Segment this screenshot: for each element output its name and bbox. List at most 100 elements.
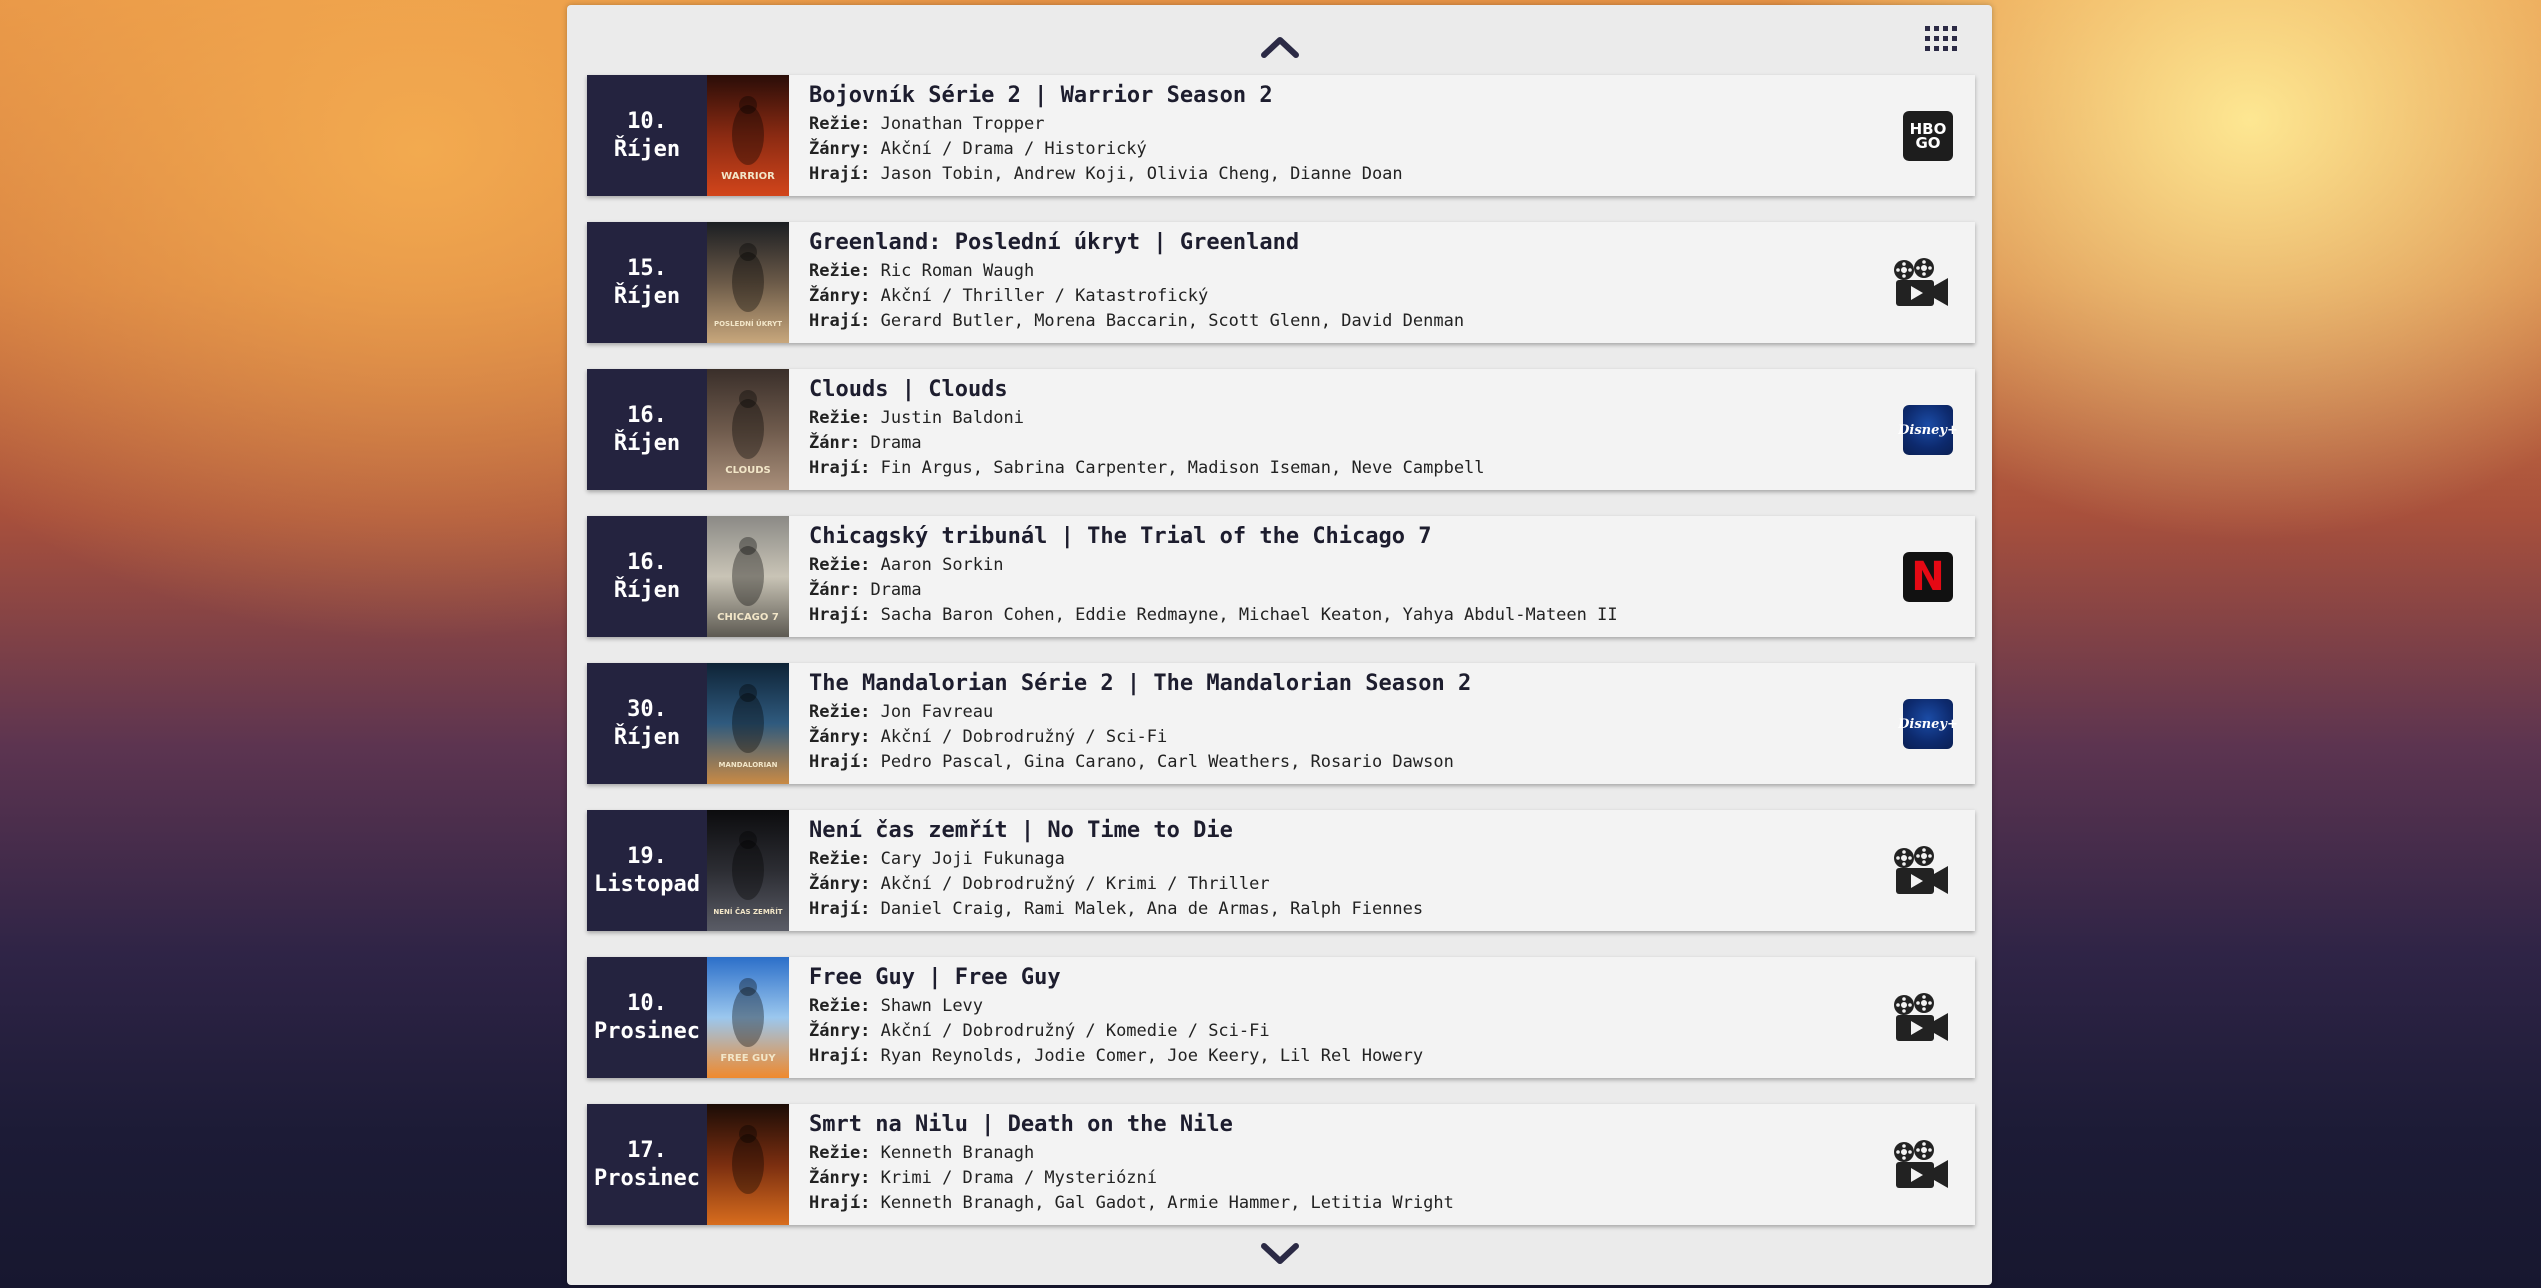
cinema-release-logo[interactable] <box>1891 993 1951 1043</box>
genre-label: Žánry: <box>809 286 871 306</box>
movie-info: Smrt na Nilu | Death on the Nile Režie: … <box>789 1104 1975 1225</box>
director-row: Režie: Jon Favreau <box>809 700 1975 725</box>
movie-camera-icon <box>1894 258 1948 306</box>
genre-value: Krimi / Drama / Mysteriózní <box>880 1168 1158 1188</box>
movie-card[interactable]: 16. Říjen CLOUDS Clouds | Clouds Režie: … <box>587 369 1975 490</box>
genre-row: Žánr: Drama <box>809 431 1975 456</box>
movie-poster: POSLEDNÍ ÚKRYT <box>707 222 789 343</box>
director-value: Shawn Levy <box>880 996 984 1016</box>
cast-label: Hrají: <box>809 752 871 772</box>
release-date: 17. Prosinec <box>587 1104 707 1225</box>
release-month: Říjen <box>613 577 681 603</box>
cast-label: Hrají: <box>809 1193 871 1213</box>
poster-art <box>707 1104 789 1225</box>
movie-info: Clouds | Clouds Režie: Justin Baldoni Žá… <box>789 369 1975 490</box>
genre-label: Žánry: <box>809 139 871 159</box>
release-day: 15. <box>627 255 667 281</box>
director-row: Režie: Cary Joji Fukunaga <box>809 847 1975 872</box>
poster-art: CHICAGO 7 <box>707 516 789 637</box>
cinema-release-logo[interactable] <box>1891 846 1951 896</box>
genre-row: Žánry: Krimi / Drama / Mysteriózní <box>809 1166 1975 1191</box>
movie-card[interactable]: 10. Říjen WARRIOR Bojovník Série 2 | War… <box>587 75 1975 196</box>
genre-label: Žánry: <box>809 727 871 747</box>
cast-row: Hrají: Jason Tobin, Andrew Koji, Olivia … <box>809 162 1975 187</box>
cast-label: Hrají: <box>809 311 871 331</box>
grid-icon <box>1925 26 1957 51</box>
movie-title: Greenland: Poslední úkryt | Greenland <box>809 230 1300 255</box>
hbo-go-logo[interactable]: HBO GO <box>1903 111 1953 161</box>
movie-title: Smrt na Nilu | Death on the Nile <box>809 1112 1233 1137</box>
poster-title-text: POSLEDNÍ ÚKRYT <box>714 319 782 328</box>
genre-label: Žánr: <box>809 433 861 453</box>
director-label: Režie: <box>809 261 871 281</box>
release-day: 17. <box>627 1137 667 1163</box>
cinema-release-logo[interactable] <box>1891 258 1951 308</box>
movie-poster: FREE GUY <box>707 957 789 1078</box>
cast-value: Daniel Craig, Rami Malek, Ana de Armas, … <box>880 899 1424 919</box>
disney-plus-logo[interactable]: Disney+ <box>1898 699 1958 749</box>
disney-plus-icon: Disney+ <box>1898 699 1958 749</box>
poster-art: FREE GUY <box>707 957 789 1078</box>
release-month: Říjen <box>613 724 681 750</box>
director-row: Režie: Ric Roman Waugh <box>809 259 1975 284</box>
genre-row: Žánry: Akční / Dobrodružný / Sci-Fi <box>809 725 1975 750</box>
movie-title: Není čas zemřít | No Time to Die <box>809 818 1233 843</box>
disney-plus-logo[interactable]: Disney+ <box>1898 405 1958 455</box>
release-date: 16. Říjen <box>587 516 707 637</box>
movie-card[interactable]: 15. Říjen POSLEDNÍ ÚKRYT Greenland: Posl… <box>587 222 1975 343</box>
movie-info: Bojovník Série 2 | Warrior Season 2 Reži… <box>789 75 1975 196</box>
movie-camera-icon <box>1894 993 1948 1041</box>
cast-value: Ryan Reynolds, Jodie Comer, Joe Keery, L… <box>880 1046 1424 1066</box>
movie-card[interactable]: 19. Listopad NENÍ ČAS ZEMŘÍT Není čas ze… <box>587 810 1975 931</box>
movie-card[interactable]: 17. Prosinec Smrt na Nilu | Death on the… <box>587 1104 1975 1225</box>
director-row: Režie: Shawn Levy <box>809 994 1975 1019</box>
genre-value: Akční / Thriller / Katastrofický <box>880 286 1209 306</box>
release-month: Prosinec <box>594 1018 700 1044</box>
genre-label: Žánry: <box>809 1168 871 1188</box>
movie-card[interactable]: 16. Říjen CHICAGO 7 Chicagský tribunál |… <box>587 516 1975 637</box>
director-label: Režie: <box>809 996 871 1016</box>
cast-label: Hrají: <box>809 164 871 184</box>
director-row: Režie: Aaron Sorkin <box>809 553 1975 578</box>
director-label: Režie: <box>809 555 871 575</box>
cast-value: Fin Argus, Sabrina Carpenter, Madison Is… <box>880 458 1485 478</box>
movie-info: Greenland: Poslední úkryt | Greenland Re… <box>789 222 1975 343</box>
scroll-up-button[interactable] <box>1257 29 1303 63</box>
poster-art: POSLEDNÍ ÚKRYT <box>707 222 789 343</box>
director-label: Režie: <box>809 114 871 134</box>
cast-value: Sacha Baron Cohen, Eddie Redmayne, Micha… <box>880 605 1618 625</box>
cast-value: Jason Tobin, Andrew Koji, Olivia Cheng, … <box>880 164 1403 184</box>
cast-row: Hrají: Fin Argus, Sabrina Carpenter, Mad… <box>809 456 1975 481</box>
release-day: 10. <box>627 990 667 1016</box>
director-value: Jonathan Tropper <box>880 114 1045 134</box>
director-value: Ric Roman Waugh <box>880 261 1035 281</box>
menu-grid-button[interactable] <box>1919 19 1963 59</box>
director-value: Cary Joji Fukunaga <box>880 849 1065 869</box>
cinema-release-logo[interactable] <box>1891 1140 1951 1190</box>
poster-title-text: CHICAGO 7 <box>717 612 779 623</box>
release-day: 10. <box>627 108 667 134</box>
release-day: 30. <box>627 696 667 722</box>
scroll-down-button[interactable] <box>1257 1237 1303 1271</box>
movie-poster: NENÍ ČAS ZEMŘÍT <box>707 810 789 931</box>
cast-value: Gerard Butler, Morena Baccarin, Scott Gl… <box>880 311 1465 331</box>
release-month: Listopad <box>594 871 700 897</box>
movie-camera-icon <box>1894 1140 1948 1188</box>
release-date: 15. Říjen <box>587 222 707 343</box>
movie-info: The Mandalorian Série 2 | The Mandaloria… <box>789 663 1975 784</box>
netflix-logo[interactable]: N <box>1903 552 1953 602</box>
movie-card[interactable]: 10. Prosinec FREE GUY Free Guy | Free Gu… <box>587 957 1975 1078</box>
movie-card[interactable]: 30. Říjen MANDALORIAN The Mandalorian Sé… <box>587 663 1975 784</box>
cast-row: Hrají: Daniel Craig, Rami Malek, Ana de … <box>809 897 1975 922</box>
poster-art: MANDALORIAN <box>707 663 789 784</box>
director-row: Režie: Justin Baldoni <box>809 406 1975 431</box>
poster-title-text: CLOUDS <box>725 465 770 476</box>
cast-row: Hrají: Sacha Baron Cohen, Eddie Redmayne… <box>809 603 1975 628</box>
go-text: GO <box>1915 134 1941 152</box>
cast-value: Pedro Pascal, Gina Carano, Carl Weathers… <box>880 752 1454 772</box>
genre-value: Drama <box>870 580 922 600</box>
release-day: 16. <box>627 402 667 428</box>
director-label: Režie: <box>809 849 871 869</box>
movie-title: The Mandalorian Série 2 | The Mandaloria… <box>809 671 1472 696</box>
director-label: Režie: <box>809 408 871 428</box>
